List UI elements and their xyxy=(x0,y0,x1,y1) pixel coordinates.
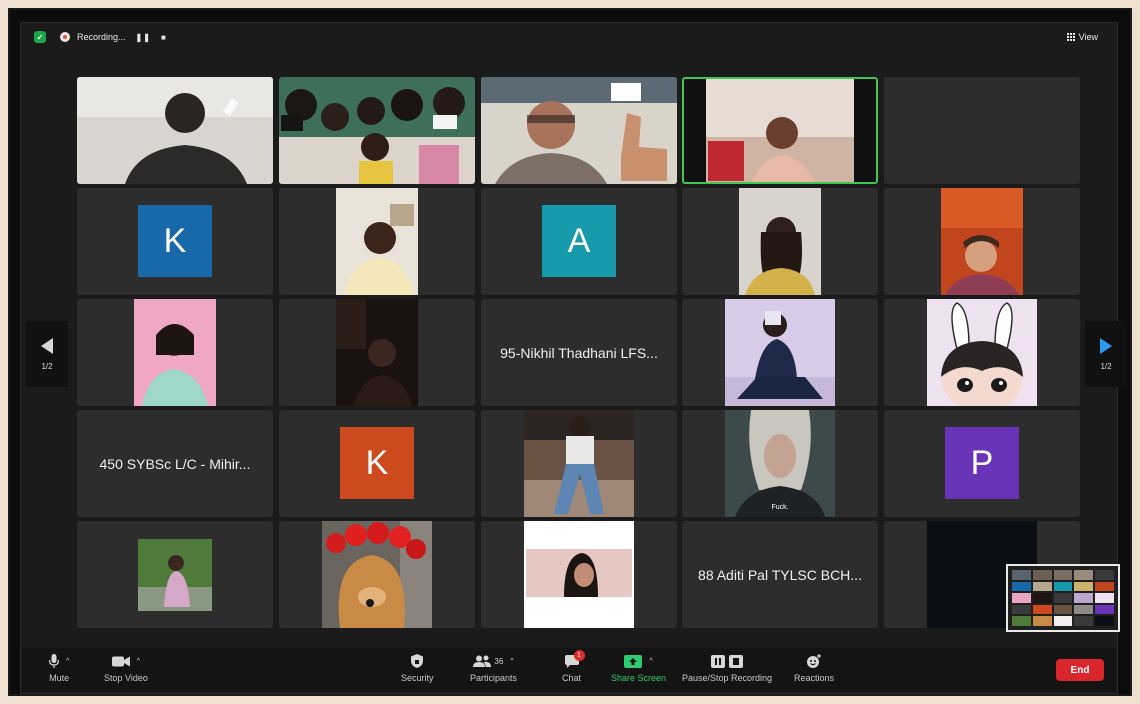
chat-label: Chat xyxy=(562,673,582,683)
participant-video xyxy=(481,77,677,184)
pause-stop-icon xyxy=(711,654,744,668)
profile-photo xyxy=(322,521,432,628)
participants-count: 36 xyxy=(494,656,504,666)
view-label: View xyxy=(1078,32,1098,42)
stop-recording-button[interactable]: ■ xyxy=(161,33,167,42)
avatar: K xyxy=(340,427,414,499)
chevron-up-icon[interactable]: ^ xyxy=(510,658,513,665)
participant-video xyxy=(279,77,475,184)
participant-tile[interactable] xyxy=(481,77,677,184)
participant-tile-active-speaker[interactable] xyxy=(682,77,878,184)
profile-photo xyxy=(927,299,1037,406)
page-indicator-left: 1/2 xyxy=(41,361,53,371)
grid-icon xyxy=(1066,33,1075,41)
chevron-up-icon[interactable]: ^ xyxy=(137,658,140,665)
microphone-icon xyxy=(49,654,59,668)
profile-photo xyxy=(134,299,216,406)
security-label: Security xyxy=(401,673,434,683)
arrow-left-icon xyxy=(41,337,53,354)
lock-shield-icon xyxy=(411,654,424,668)
chevron-up-icon[interactable]: ^ xyxy=(66,658,69,665)
photo-frame: ✓ Recording... ❚❚ ■ View K A 95-Nikhil T… xyxy=(0,0,1140,704)
share-screen-button[interactable]: ^ Share Screen xyxy=(611,653,666,683)
share-screen-label: Share Screen xyxy=(611,673,667,683)
chat-button[interactable]: 1 Chat xyxy=(562,650,585,683)
video-caption: Fuck. xyxy=(771,504,789,511)
participant-tile[interactable]: P xyxy=(884,410,1080,517)
avatar: A xyxy=(542,205,616,277)
participant-tile[interactable] xyxy=(279,188,475,295)
participant-tile[interactable] xyxy=(279,299,475,406)
participant-tile[interactable] xyxy=(77,77,273,184)
stop-video-label: Stop Video xyxy=(104,673,148,683)
avatar: K xyxy=(138,205,212,277)
participant-tile[interactable] xyxy=(682,299,878,406)
participant-tile[interactable] xyxy=(279,77,475,184)
participant-tile[interactable]: 88 Aditi Pal TYLSC BCH... xyxy=(682,521,878,628)
stop-video-button[interactable]: ^ Stop Video xyxy=(104,653,148,683)
self-view-thumbnail[interactable] xyxy=(1006,564,1120,632)
recording-label: Recording... xyxy=(77,32,126,42)
participant-tile-empty[interactable] xyxy=(884,77,1080,184)
participant-tile[interactable] xyxy=(77,299,273,406)
pause-stop-recording-button[interactable]: Pause/Stop Recording xyxy=(682,653,772,683)
participant-video xyxy=(77,77,273,184)
share-screen-icon xyxy=(624,654,643,668)
participant-tile[interactable]: A xyxy=(481,188,677,295)
participant-tile[interactable]: 95-Nikhil Thadhani LFS... xyxy=(481,299,677,406)
chevron-up-icon[interactable]: ^ xyxy=(649,658,652,665)
participant-tile[interactable] xyxy=(481,521,677,628)
end-meeting-button[interactable]: End xyxy=(1056,659,1104,681)
chat-badge: 1 xyxy=(573,650,585,661)
participant-name: 450 SYBSc L/C - Mihir... xyxy=(99,455,251,472)
mute-button[interactable]: ^ Mute xyxy=(49,653,69,683)
page-indicator-right: 1/2 xyxy=(1100,361,1112,371)
view-button[interactable]: View xyxy=(1066,32,1098,42)
participant-tile[interactable]: K xyxy=(279,410,475,517)
arrow-right-icon xyxy=(1100,337,1112,354)
participants-label: Participants xyxy=(470,673,518,683)
pause-stop-recording-label: Pause/Stop Recording xyxy=(682,673,773,683)
participant-video xyxy=(684,79,876,182)
shield-icon[interactable]: ✓ xyxy=(34,31,46,43)
pause-recording-button[interactable]: ❚❚ xyxy=(136,33,151,42)
profile-photo xyxy=(524,410,634,517)
participant-tile[interactable]: K xyxy=(77,188,273,295)
profile-photo xyxy=(336,299,418,406)
top-bar: ✓ Recording... ❚❚ ■ View xyxy=(22,24,1116,50)
zoom-meeting-window: ✓ Recording... ❚❚ ■ View K A 95-Nikhil T… xyxy=(22,24,1127,692)
previous-page-button[interactable]: 1/2 xyxy=(26,321,68,387)
participant-tile[interactable] xyxy=(279,521,475,628)
participant-tile[interactable] xyxy=(481,410,677,517)
participant-tile[interactable] xyxy=(77,521,273,628)
participant-tile[interactable] xyxy=(884,188,1080,295)
participant-tile[interactable]: 450 SYBSc L/C - Mihir... xyxy=(77,410,273,517)
next-page-button[interactable]: 1/2 xyxy=(1085,321,1127,387)
profile-photo xyxy=(941,188,1023,295)
avatar: P xyxy=(945,427,1019,499)
profile-photo xyxy=(524,521,634,628)
profile-photo xyxy=(725,299,835,406)
reactions-button[interactable]: Reactions xyxy=(794,653,834,683)
participant-name: 88 Aditi Pal TYLSC BCH... xyxy=(698,566,862,583)
security-button[interactable]: Security xyxy=(401,653,434,683)
participant-tile[interactable]: Fuck. xyxy=(682,410,878,517)
participants-button[interactable]: 36 ^ Participants xyxy=(470,653,517,683)
profile-photo xyxy=(739,188,821,295)
profile-photo xyxy=(138,539,212,611)
camera-icon xyxy=(111,656,130,666)
record-icon xyxy=(60,32,70,42)
meeting-toolbar: ^ Mute ^ Stop Video Security 36 ^ Partic… xyxy=(22,648,1116,692)
participant-tile[interactable] xyxy=(884,299,1080,406)
profile-photo: Fuck. xyxy=(725,410,835,517)
participants-icon xyxy=(473,655,492,667)
participant-tile[interactable] xyxy=(682,188,878,295)
participant-name: 95-Nikhil Thadhani LFS... xyxy=(500,344,658,361)
profile-photo xyxy=(336,188,418,295)
mute-label: Mute xyxy=(49,673,70,683)
reaction-icon xyxy=(807,654,822,668)
reactions-label: Reactions xyxy=(794,673,835,683)
